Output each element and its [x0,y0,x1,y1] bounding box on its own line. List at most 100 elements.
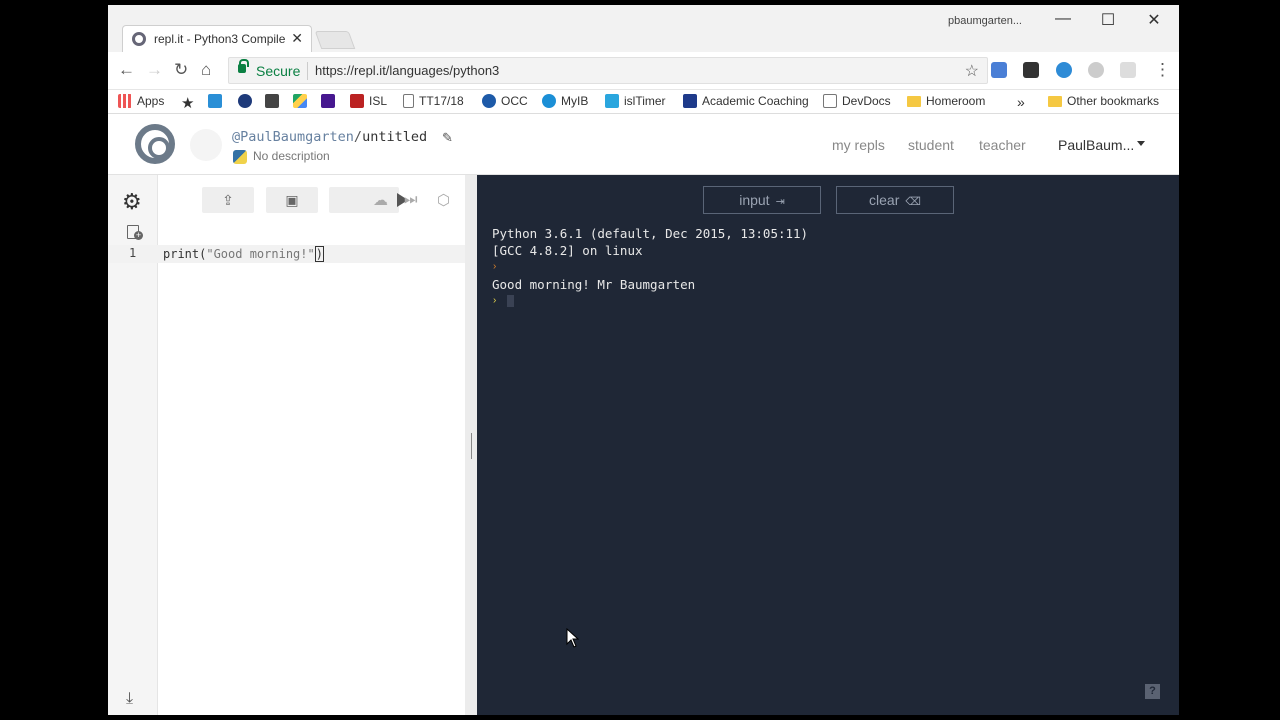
menu-kebab-icon[interactable]: ⋮ [1154,60,1171,80]
timer-icon [605,94,619,108]
bookmark-drive[interactable] [293,94,307,108]
browser-tab[interactable]: repl.it - Python3 Compile ✕ [122,25,312,52]
cloud-upload-icon[interactable]: ☁ [373,191,388,209]
address-toolbar: ← → ↻ ⌂ Secure https://repl.it/languages… [108,52,1179,90]
bookmark-myib[interactable]: MyIB [542,94,588,108]
bookmark-devdocs[interactable]: DevDocs [823,94,891,108]
gear-extension-icon[interactable] [1088,62,1104,78]
c-icon [208,94,222,108]
bookmark-homeroom[interactable]: Homeroom [907,94,985,108]
calendar-icon [683,94,697,108]
back-icon[interactable]: ← [118,60,135,80]
repl-name[interactable]: untitled [362,129,427,145]
bookmark-label: Homeroom [926,94,986,108]
forward-icon[interactable]: → [146,60,163,80]
console-line: Python 3.6.1 (default, Dec 2015, 13:05:1… [492,226,809,241]
console-line: [GCC 4.8.2] on linux [492,243,643,258]
url-text[interactable]: https://repl.it/languages/python3 [315,63,499,78]
console-pane[interactable]: input ⇥ clear ⌫ Python 3.6.1 (default, Dec… [477,175,1179,715]
bookmark-label: Apps [137,94,165,108]
nav-student[interactable]: student [908,137,954,153]
address-bar[interactable]: Secure https://repl.it/languages/python3… [228,57,988,84]
download-icon[interactable]: ⤓ [126,690,133,708]
input-button[interactable]: input ⇥ [703,186,821,214]
close-window-icon[interactable]: ✕ [1142,10,1166,30]
line-number: 1 [129,246,137,260]
reload-icon[interactable]: ↻ [174,60,188,80]
drive-icon [293,94,307,108]
bookmark-label: Academic Coaching [702,94,809,108]
input-icon: ⇥ [775,196,785,208]
code-function: print( [163,247,207,261]
nav-my-repls[interactable]: my repls [832,137,885,153]
code-line[interactable]: print("Good morning!") [163,246,324,262]
bookmark-globe[interactable] [238,94,252,108]
bookmark-academic-coaching[interactable]: Academic Coaching [683,94,809,108]
bookmark-occ[interactable]: OCC [482,94,528,108]
clear-button[interactable]: clear ⌫ [836,186,954,214]
bookmark-contact[interactable] [265,94,279,108]
share-button[interactable]: ⇪ [202,187,254,213]
replit-favicon-icon [132,32,146,46]
bookmark-apps[interactable]: Apps [118,94,164,108]
isl-shield-icon [350,94,364,108]
gear-icon[interactable]: ⚙ [122,189,142,215]
code-paren: ) [314,246,324,262]
pdf-extension-icon[interactable] [1120,62,1136,78]
prompt-icon: › [493,261,497,272]
search-doc-icon [823,94,837,108]
profile-name[interactable]: pbaumgarten... [948,15,1022,27]
bookmark-isltimer[interactable]: islTimer [605,94,666,108]
console-cursor [507,295,514,307]
maximize-icon[interactable]: ☐ [1096,10,1120,30]
package-icon[interactable]: ⬡ [437,191,450,209]
myib-icon [542,94,556,108]
repl-header: @PaulBaumgarten/untitled ✎ No descriptio… [108,115,1179,175]
bookmarks-overflow[interactable]: » [1017,94,1025,110]
repl-description[interactable]: No description [253,149,330,163]
code-editor[interactable]: ⇪ ▣ ☁ ⏭ ⬡ 1 print("Good morning!") [108,175,465,715]
bookmark-tt1718[interactable]: TT17/18 [403,94,464,108]
page-icon [403,94,414,108]
code-string: "Good morning!" [206,247,315,261]
nav-user-menu[interactable]: PaulBaum... [1058,137,1134,153]
title-slash: / [353,129,363,145]
editor-toolbar: ⇪ ▣ ☁ ⏭ ⬡ [158,175,465,230]
pane-resize-handle[interactable] [465,175,477,715]
apps-grid-icon [118,94,132,108]
nav-teacher[interactable]: teacher [979,137,1026,153]
python-icon [233,150,247,164]
backspace-icon: ⌫ [905,196,921,208]
bookmark-star-icon[interactable]: ☆ [965,61,979,81]
replit-logo-icon[interactable] [135,124,175,164]
chevron-down-icon[interactable] [1137,141,1145,146]
bookmark-other[interactable]: Other bookmarks [1048,94,1159,108]
new-tab-button[interactable] [314,31,356,49]
browser-window: repl.it - Python3 Compile ✕ pbaumgarten.… [108,5,1179,715]
step-icon[interactable]: ⏭ [404,191,418,208]
bookmark-kahoot[interactable] [321,94,335,108]
film-extension-icon[interactable] [1023,62,1039,78]
ghost-extension-icon[interactable] [1056,62,1072,78]
home-icon[interactable]: ⌂ [201,60,211,80]
secure-label: Secure [256,63,301,79]
bookmark-star[interactable]: ★ [181,94,194,112]
owner-link[interactable]: @PaulBaumgarten [232,129,354,145]
translate-extension-icon[interactable] [991,62,1007,78]
minimize-icon[interactable]: — [1051,10,1075,28]
new-file-icon[interactable] [127,225,143,240]
avatar[interactable] [190,129,222,161]
bookmark-label: ISL [369,94,388,108]
pencil-icon[interactable]: ✎ [442,130,453,146]
globe-icon [238,94,252,108]
folder-icon [907,95,921,107]
bookmark-c[interactable] [208,94,222,108]
bookmark-label: TT17/18 [419,94,464,108]
save-button[interactable]: ▣ [266,187,318,213]
help-button[interactable]: ? [1145,684,1160,699]
repl-title: @PaulBaumgarten/untitled [232,129,427,145]
bookmark-isl[interactable]: ISL [350,94,387,108]
run-button-area[interactable] [329,187,399,213]
contact-icon [265,94,279,108]
tab-close-icon[interactable]: ✕ [291,30,303,47]
